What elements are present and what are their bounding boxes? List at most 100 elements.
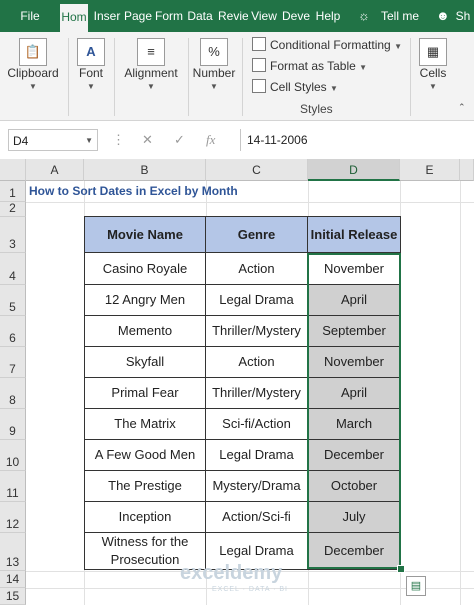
format-as-table-button[interactable]: Format as Table ▼ — [252, 57, 367, 75]
row-header-3[interactable]: 3 — [0, 217, 26, 253]
fill-handle[interactable] — [397, 565, 405, 573]
row-number: 1 — [9, 186, 16, 200]
table-cell-release[interactable]: October — [308, 471, 401, 502]
table-cell-release[interactable]: April — [308, 378, 401, 409]
tab-formulas[interactable]: Form — [155, 0, 183, 32]
table-cell-movie[interactable]: Inception — [85, 502, 206, 533]
table-cell-release[interactable]: December — [308, 440, 401, 471]
sheet-title[interactable]: How to Sort Dates in Excel by Month — [29, 181, 238, 202]
number-group[interactable]: % Number ▼ — [190, 32, 238, 120]
table-cell-release[interactable]: July — [308, 502, 401, 533]
table-cell-release[interactable]: March — [308, 409, 401, 440]
table-cell-genre[interactable]: Legal Drama — [206, 285, 308, 316]
chevron-down-icon: ▼ — [147, 82, 155, 91]
table-cell-genre[interactable]: Legal Drama — [206, 440, 308, 471]
cells-group[interactable]: ▦ Cells ▼ — [412, 32, 454, 120]
table-cell-movie[interactable]: Primal Fear — [85, 378, 206, 409]
table-cell-genre[interactable]: Sci-fi/Action — [206, 409, 308, 440]
enter-icon[interactable]: ✓ — [174, 129, 185, 151]
table-cell-genre[interactable]: Thriller/Mystery — [206, 378, 308, 409]
column-header-e[interactable]: E — [400, 159, 460, 181]
row-header-7[interactable]: 7 — [0, 347, 26, 378]
row-header-8[interactable]: 8 — [0, 378, 26, 409]
share-icon[interactable]: ☻ — [436, 0, 450, 32]
collapse-ribbon-icon[interactable]: ⌃ — [458, 102, 466, 113]
tell-me-search[interactable]: Tell me — [378, 0, 422, 32]
number-label: Number — [192, 66, 236, 80]
row-header-9[interactable]: 9 — [0, 409, 26, 440]
table-cell-genre[interactable]: Action — [206, 347, 308, 378]
row-header-2[interactable]: 2 — [0, 201, 26, 217]
cells-label: Cells — [419, 66, 447, 80]
table-cell-release[interactable]: November — [308, 347, 401, 378]
row-header-6[interactable]: 6 — [0, 316, 26, 347]
row-number: 10 — [5, 455, 20, 469]
clipboard-group[interactable]: 📋 Clipboard ▼ — [0, 32, 66, 120]
tab-insert[interactable]: Inser — [92, 0, 122, 32]
row-header-11[interactable]: 11 — [0, 471, 26, 502]
table-cell-movie[interactable]: A Few Good Men — [85, 440, 206, 471]
row-header-10[interactable]: 10 — [0, 440, 26, 471]
formula-input[interactable]: 14-11-2006 — [240, 129, 474, 151]
row-number: 2 — [9, 201, 16, 215]
select-all-corner[interactable] — [0, 159, 26, 181]
table-cell-movie[interactable]: Skyfall — [85, 347, 206, 378]
table-cell-movie[interactable]: The Prestige — [85, 471, 206, 502]
table-header-initial-release[interactable]: Initial Release — [308, 217, 401, 253]
table-cell-release[interactable]: December — [308, 533, 401, 570]
chevron-down-icon[interactable]: ▼ — [85, 130, 93, 152]
table-cell-genre[interactable]: Mystery/Drama — [206, 471, 308, 502]
row-header-14[interactable]: 14 — [0, 571, 26, 588]
tab-share[interactable]: Sh — [452, 0, 474, 32]
tab-developer[interactable]: Deve — [282, 0, 310, 32]
ribbon-divider — [242, 38, 243, 116]
cancel-icon[interactable]: ✕ — [142, 129, 153, 151]
table-cell-genre[interactable]: Thriller/Mystery — [206, 316, 308, 347]
table-cell-release[interactable]: September — [308, 316, 401, 347]
table-cell-movie[interactable]: Memento — [85, 316, 206, 347]
row-header-5[interactable]: 5 — [0, 285, 26, 316]
table-header-movie-name[interactable]: Movie Name — [85, 217, 206, 253]
column-header-f[interactable] — [460, 159, 474, 181]
column-header-a[interactable]: A — [26, 159, 84, 181]
table-header-genre[interactable]: Genre — [206, 217, 308, 253]
tab-help[interactable]: Help — [314, 0, 342, 32]
quick-analysis-icon[interactable]: ▤ — [406, 576, 426, 596]
row-header-15[interactable]: 15 — [0, 588, 26, 605]
tab-file[interactable]: File — [18, 0, 42, 32]
name-box[interactable]: D4 ▼ — [8, 129, 98, 151]
alignment-icon: ≡ — [137, 38, 165, 66]
row-number: 15 — [5, 589, 20, 603]
insert-function-button[interactable]: fx — [206, 129, 215, 151]
row-header-1[interactable]: 1 — [0, 181, 26, 202]
conditional-formatting-button[interactable]: Conditional Formatting ▼ — [252, 36, 402, 54]
cell-styles-button[interactable]: Cell Styles ▼ — [252, 78, 338, 96]
row-header-12[interactable]: 12 — [0, 502, 26, 533]
table-cell-movie[interactable]: The Matrix — [85, 409, 206, 440]
tab-home[interactable]: Hom — [60, 4, 88, 32]
chevron-down-icon: ▼ — [359, 63, 368, 72]
ribbon-divider — [188, 38, 189, 116]
table-cell-release[interactable]: November — [308, 253, 401, 285]
row-header-4[interactable]: 4 — [0, 253, 26, 285]
name-box-value: D4 — [13, 134, 29, 148]
watermark-logo: exceldemy — [180, 562, 283, 584]
column-header-c[interactable]: C — [206, 159, 308, 181]
tab-page-layout[interactable]: Page — [124, 0, 152, 32]
clipboard-icon: 📋 — [19, 38, 47, 66]
alignment-group[interactable]: ≡ Alignment ▼ — [116, 32, 186, 120]
ribbon-tab-bar: File Hom Inser Page Form Data Revie View… — [0, 0, 474, 32]
row-header-13[interactable]: 13 — [0, 533, 26, 571]
column-header-d[interactable]: D — [308, 159, 400, 181]
tab-view[interactable]: View — [250, 0, 278, 32]
tab-review[interactable]: Revie — [218, 0, 248, 32]
ribbon-divider — [68, 38, 69, 116]
tab-data[interactable]: Data — [186, 0, 214, 32]
table-cell-movie[interactable]: 12 Angry Men — [85, 285, 206, 316]
table-cell-genre[interactable]: Action/Sci-fi — [206, 502, 308, 533]
column-header-b[interactable]: B — [84, 159, 206, 181]
font-group[interactable]: A Font ▼ — [70, 32, 112, 120]
table-cell-movie[interactable]: Casino Royale — [85, 253, 206, 285]
table-cell-release[interactable]: April — [308, 285, 401, 316]
table-cell-genre[interactable]: Action — [206, 253, 308, 285]
